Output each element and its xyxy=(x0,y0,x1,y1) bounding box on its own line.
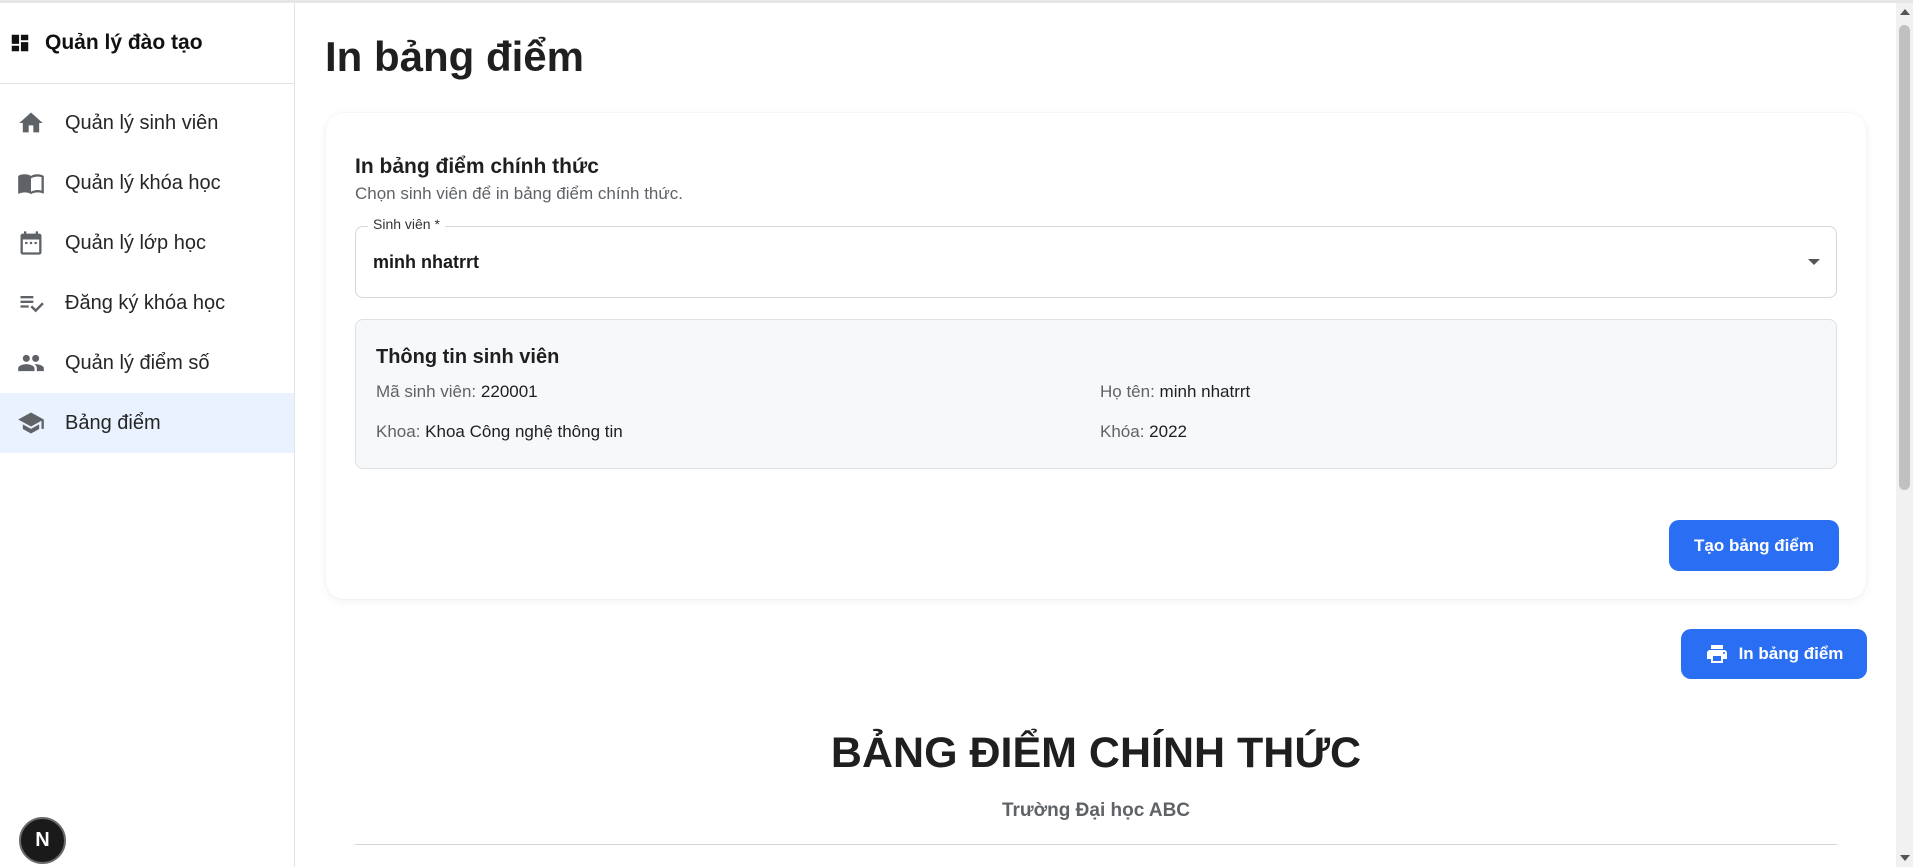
dashboard-icon xyxy=(11,34,29,52)
home-icon xyxy=(16,108,46,138)
sidebar-item-label: Đăng ký khóa học xyxy=(65,291,226,314)
sidebar-item-classes[interactable]: Quản lý lớp học xyxy=(0,213,294,273)
sidebar-nav: Quản lý sinh viên Quản lý khóa học Quản … xyxy=(0,84,294,453)
checklist-icon xyxy=(16,288,46,318)
report-school-text: Trường Đại học ABC xyxy=(1001,800,1191,821)
sidebar-item-enrollment[interactable]: Đăng ký khóa học xyxy=(0,273,294,333)
create-transcript-button[interactable]: Tạo bảng điểm xyxy=(1669,520,1839,571)
report-school: Trường Đại học ABC xyxy=(296,800,1896,822)
report-title: BẢNG ĐIỂM CHÍNH THỨC xyxy=(296,729,1896,778)
page-title: In bảng điểm xyxy=(325,33,585,80)
cohort-label: Khóa: xyxy=(1100,422,1145,441)
sidebar-item-label: Quản lý khóa học xyxy=(65,171,221,194)
scroll-down-arrow-icon[interactable] xyxy=(1900,855,1910,861)
print-transcript-button[interactable]: In bảng điểm xyxy=(1681,629,1867,679)
brand[interactable]: Quản lý đào tạo xyxy=(0,3,294,84)
student-select-value: minh nhatrrt xyxy=(373,252,479,272)
app-title: Quản lý đào tạo xyxy=(45,31,203,54)
printer-icon xyxy=(1706,645,1727,663)
report-title-text: BẢNG ĐIỂM CHÍNH THỨC xyxy=(830,729,1362,777)
book-icon xyxy=(16,168,46,198)
student-id-value: 220001 xyxy=(480,382,538,401)
sidebar-item-students[interactable]: Quản lý sinh viên xyxy=(0,93,294,153)
report-divider xyxy=(355,844,1837,845)
people-icon xyxy=(16,348,46,378)
student-name-value: minh nhatrrt xyxy=(1159,382,1251,401)
student-select-label: Sinh viên * xyxy=(368,216,445,232)
sidebar-item-courses[interactable]: Quản lý khóa học xyxy=(0,153,294,213)
student-info-title: Thông tin sinh viên xyxy=(376,346,560,368)
student-id-label: Mã sinh viên: xyxy=(376,382,477,401)
student-name-label: Họ tên: xyxy=(1100,382,1155,401)
main-content: In bảng điểm In bảng điểm chính thức Chọ… xyxy=(296,3,1896,867)
framework-badge[interactable]: N xyxy=(19,817,66,864)
faculty-value: Khoa Công nghệ thông tin xyxy=(425,422,623,441)
school-icon xyxy=(16,408,46,438)
cohort-row: Khóa: 2022 xyxy=(1100,422,1187,442)
card-subtitle: Chọn sinh viên để in bảng điểm chính thứ… xyxy=(355,184,683,203)
sidebar-item-label: Bảng điểm xyxy=(65,411,161,434)
sidebar-item-label: Quản lý điểm số xyxy=(65,351,210,374)
student-id-row: Mã sinh viên: 220001 xyxy=(376,382,538,402)
faculty-row: Khoa: Khoa Công nghệ thông tin xyxy=(376,422,623,442)
faculty-label: Khoa: xyxy=(376,422,421,441)
sidebar-item-grades[interactable]: Quản lý điểm số xyxy=(0,333,294,393)
cohort-value: 2022 xyxy=(1149,422,1187,441)
sidebar-item-label: Quản lý lớp học xyxy=(65,231,206,254)
sidebar: Quản lý đào tạo Quản lý sinh viên Quản l… xyxy=(0,3,295,867)
card-title: In bảng điểm chính thức xyxy=(355,155,599,178)
sidebar-item-transcript[interactable]: Bảng điểm xyxy=(0,393,294,453)
student-info-box: Thông tin sinh viên Mã sinh viên: 220001… xyxy=(355,319,1837,469)
dropdown-arrow-icon xyxy=(1808,259,1820,265)
vertical-scrollbar[interactable] xyxy=(1896,3,1913,867)
scroll-up-arrow-icon[interactable] xyxy=(1900,9,1910,15)
calendar-icon xyxy=(16,228,46,258)
sidebar-item-label: Quản lý sinh viên xyxy=(65,111,219,134)
print-button-label: In bảng điểm xyxy=(1738,644,1844,663)
student-name-row: Họ tên: minh nhatrrt xyxy=(1100,382,1250,402)
transcript-card: In bảng điểm chính thức Chọn sinh viên đ… xyxy=(326,113,1866,599)
student-select[interactable]: Sinh viên * minh nhatrrt xyxy=(355,216,1837,298)
scrollbar-thumb[interactable] xyxy=(1899,25,1910,490)
